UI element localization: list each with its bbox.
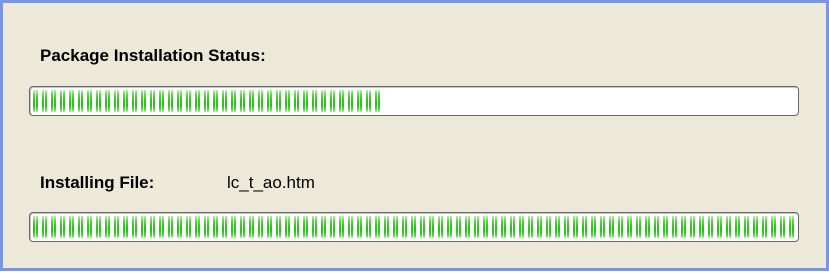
- package-progress-bar: [29, 86, 799, 116]
- installing-file-name: lc_t_ao.htm: [227, 173, 315, 192]
- file-progress-fill: [33, 216, 795, 238]
- panel-bottom-border: [0, 268, 829, 271]
- panel-bottom-area: [0, 270, 829, 279]
- installing-file-label: Installing File:: [40, 173, 155, 192]
- package-status-label: Package Installation Status:: [40, 46, 266, 65]
- file-progress-bar: [29, 212, 799, 242]
- package-progress-fill: [33, 90, 380, 112]
